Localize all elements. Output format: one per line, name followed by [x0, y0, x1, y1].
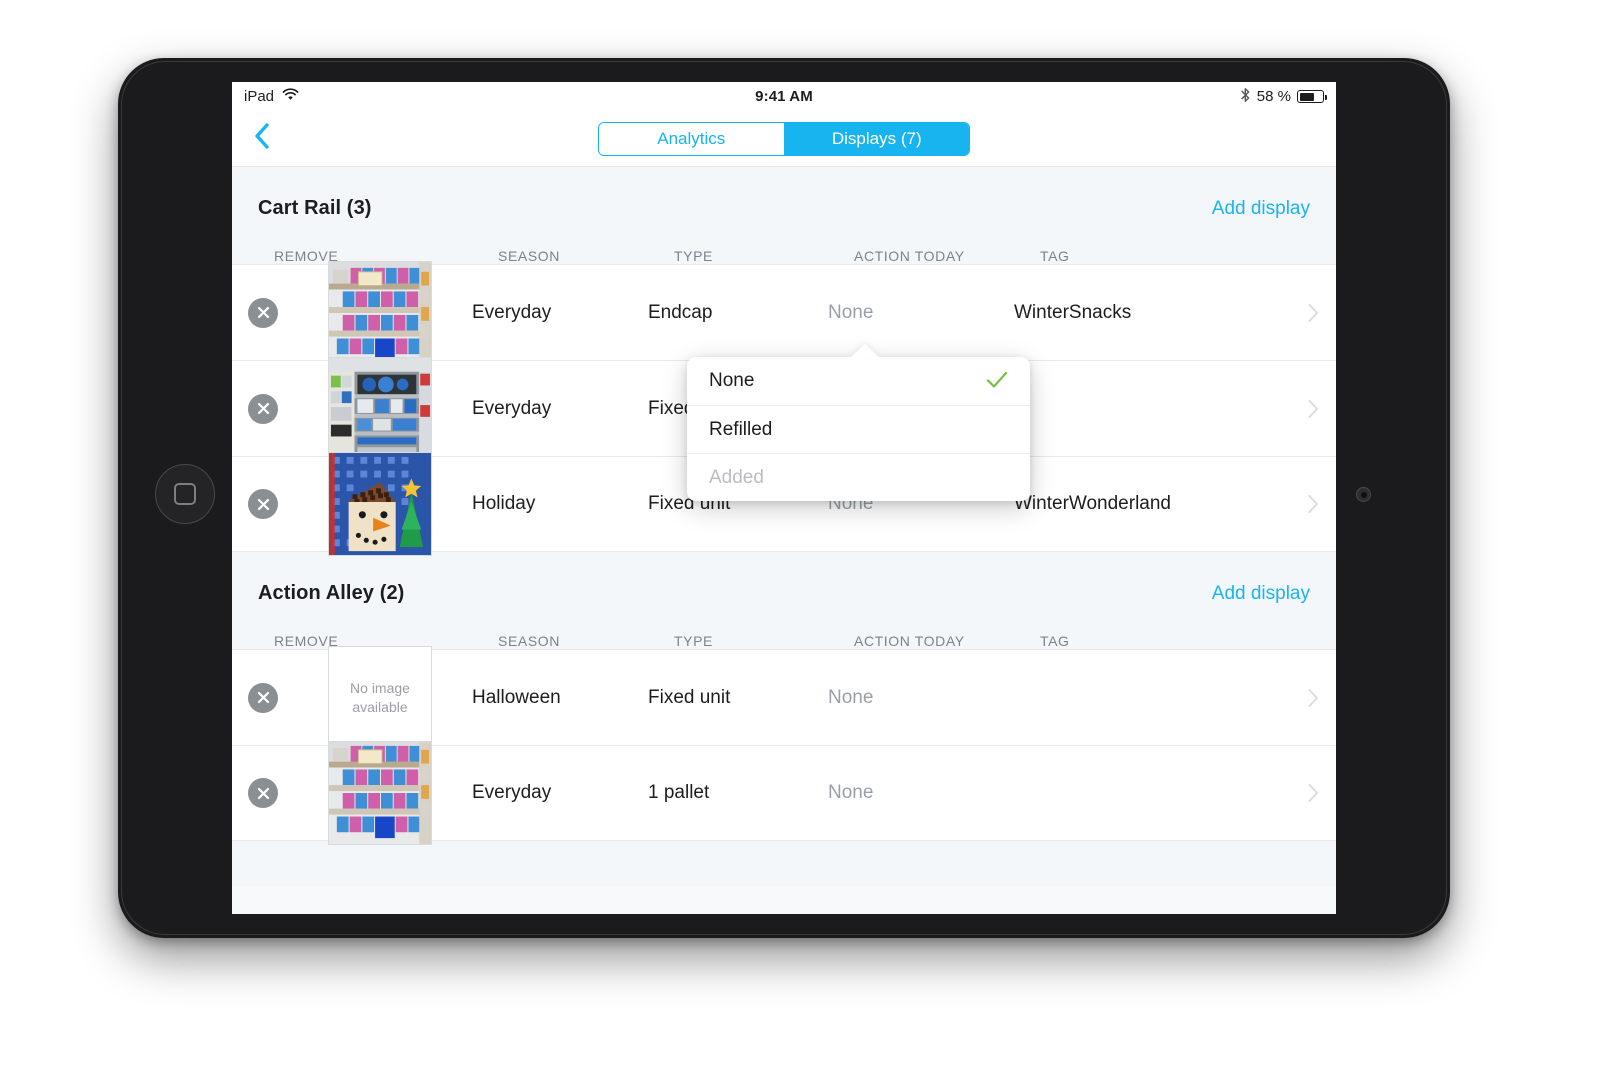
home-button-square-icon: [174, 483, 196, 505]
chevron-right-icon: [1308, 495, 1318, 513]
column-header-action-today: ACTION TODAY: [854, 633, 965, 649]
tab-displays[interactable]: Displays (7): [783, 122, 969, 155]
home-button[interactable]: [155, 464, 215, 524]
section-header-cart-rail: Cart Rail (3) Add display: [232, 167, 1336, 230]
row-disclosure[interactable]: [1290, 688, 1336, 707]
status-bar-time: 9:41 AM: [755, 88, 813, 105]
popover-option-refilled[interactable]: Refilled: [687, 405, 1030, 453]
cell-season: Holiday: [472, 493, 536, 514]
status-bar-right: 58 %: [1240, 87, 1327, 107]
remove-circle-icon[interactable]: [248, 297, 278, 328]
thumbnail-cell: [328, 741, 472, 845]
table-row[interactable]: Everyday Endcap None WinterSnacks: [232, 260, 1336, 365]
row-disclosure[interactable]: [1290, 399, 1336, 418]
popover-option-label: Refilled: [709, 418, 773, 440]
chevron-left-icon: [254, 122, 270, 155]
chevron-right-icon: [1308, 688, 1318, 707]
cell-action-today[interactable]: None: [828, 302, 1014, 324]
display-photo-shelf-blue-housewares: [328, 356, 432, 461]
chevron-right-icon: [1308, 399, 1318, 418]
cell-tag: WinterSnacks: [1014, 301, 1132, 323]
remove-circle-icon[interactable]: [248, 489, 278, 519]
add-display-button-action-alley[interactable]: Add display: [1212, 583, 1310, 605]
no-image-placeholder: No image available: [328, 645, 432, 750]
column-header-type: TYPE: [674, 633, 713, 649]
table-row[interactable]: Everyday 1 pallet None: [232, 741, 1336, 845]
front-camera: [1356, 487, 1371, 502]
thumbnail-cell: No image available: [328, 645, 472, 750]
row-disclosure[interactable]: [1290, 495, 1336, 513]
battery-icon: [1297, 90, 1327, 103]
cell-type: 1 pallet: [648, 782, 710, 803]
column-header-action-today: ACTION TODAY: [854, 248, 965, 264]
cell-type: Endcap: [648, 301, 713, 323]
table-row[interactable]: No image available Halloween Fixed unit …: [232, 645, 1336, 750]
back-button[interactable]: [240, 111, 284, 166]
thumbnail-cell: [328, 260, 472, 365]
cell-season: Everyday: [472, 782, 552, 803]
ipad-screen: iPad 9:41 AM 58 % Analytics Displays (7)…: [232, 82, 1336, 914]
section-title: Cart Rail (3): [258, 197, 372, 219]
column-header-season: SEASON: [498, 248, 560, 264]
popover-arrow: [850, 344, 880, 358]
cell-season: Everyday: [472, 301, 552, 323]
popover-option-added: Added: [687, 453, 1030, 501]
remove-cell: [232, 778, 328, 808]
tab-analytics[interactable]: Analytics: [599, 122, 784, 155]
row-disclosure[interactable]: [1290, 784, 1336, 802]
screenshot-stage: iPad 9:41 AM 58 % Analytics Displays (7)…: [0, 0, 1605, 1067]
cell-season: Everyday: [472, 397, 552, 419]
chevron-right-icon: [1308, 784, 1318, 802]
display-photo-shelf-pink-blue-boxes: [328, 741, 432, 845]
popover-option-none[interactable]: None: [687, 357, 1030, 405]
cell-type: Fixed unit: [648, 686, 731, 708]
row-disclosure[interactable]: [1290, 303, 1336, 322]
nav-bar: Analytics Displays (7): [232, 111, 1336, 167]
remove-circle-icon[interactable]: [248, 393, 278, 424]
section-title: Action Alley (2): [258, 582, 405, 604]
thumbnail-cell: [328, 452, 472, 556]
cell-action-today[interactable]: None: [828, 782, 1014, 804]
column-headers-cart-rail: REMOVE SEASON TYPE ACTION TODAY TAG: [232, 230, 1336, 264]
battery-percent-label: 58 %: [1256, 88, 1291, 105]
add-display-button-cart-rail[interactable]: Add display: [1212, 198, 1310, 220]
column-header-tag: TAG: [1040, 248, 1070, 264]
column-header-tag: TAG: [1040, 633, 1070, 649]
remove-cell: [232, 393, 328, 424]
bluetooth-icon: [1240, 87, 1251, 107]
column-header-type: TYPE: [674, 248, 713, 264]
remove-circle-icon[interactable]: [248, 682, 278, 713]
chevron-right-icon: [1308, 303, 1318, 322]
column-header-season: SEASON: [498, 633, 560, 649]
popover-option-label: Added: [709, 466, 764, 488]
display-photo-shelf-pink-blue-boxes: [328, 260, 432, 365]
cell-action-today[interactable]: None: [828, 687, 1014, 709]
bottom-spacer: [232, 841, 1336, 887]
remove-circle-icon[interactable]: [248, 778, 278, 808]
status-bar: iPad 9:41 AM 58 %: [232, 82, 1336, 111]
column-headers-action-alley: REMOVE SEASON TYPE ACTION TODAY TAG: [232, 615, 1336, 649]
remove-cell: [232, 489, 328, 519]
displays-content: Cart Rail (3) Add display REMOVE SEASON …: [232, 167, 1336, 914]
remove-cell: [232, 297, 328, 328]
popover-option-label: None: [709, 370, 755, 391]
action-today-popover: None Refilled Added: [687, 344, 1030, 501]
display-photo-holiday-snowman-tree-display: [328, 452, 432, 556]
segmented-control: Analytics Displays (7): [598, 121, 970, 156]
cell-season: Halloween: [472, 686, 561, 708]
remove-cell: [232, 682, 328, 713]
checkmark-icon: [986, 370, 1008, 392]
thumbnail-cell: [328, 356, 472, 461]
section-header-action-alley: Action Alley (2) Add display: [232, 552, 1336, 615]
cell-tag: WinterWonderland: [1014, 493, 1172, 514]
